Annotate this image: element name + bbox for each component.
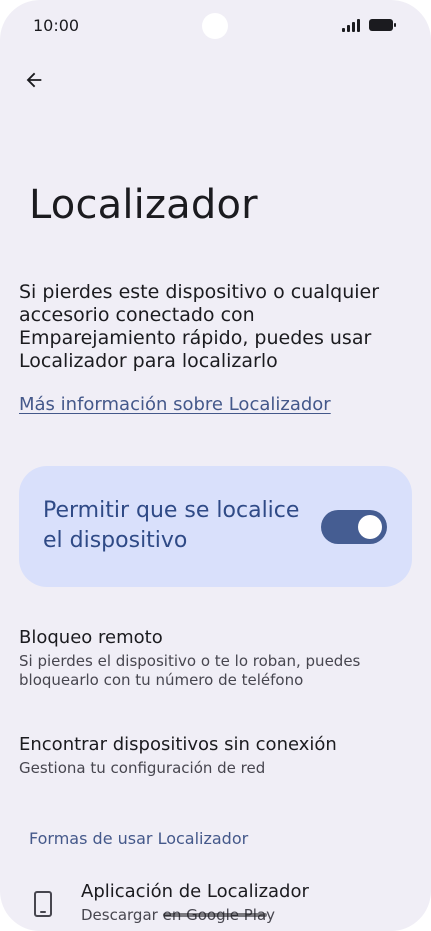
status-time: 10:00 <box>33 16 80 35</box>
find-device-toggle-card[interactable]: Permitir que se localice el dispositivo <box>19 466 412 587</box>
find-device-switch[interactable] <box>321 510 387 544</box>
setting-title: Encontrar dispositivos sin conexión <box>19 734 337 755</box>
section-header: Formas de usar Localizador <box>29 829 249 848</box>
setting-subtitle: Si pierdes el dispositivo o te lo roban,… <box>19 652 361 689</box>
setting-subtitle: Gestiona tu configuración de red <box>19 759 266 777</box>
back-button[interactable] <box>18 64 50 96</box>
setting-remote-lock[interactable]: Bloqueo remoto Si pierdes el dispositivo… <box>19 626 414 690</box>
description-text: Si pierdes este dispositivo o cualquier … <box>19 281 380 372</box>
setting-offline-devices[interactable]: Encontrar dispositivos sin conexión Gest… <box>19 733 414 778</box>
setting-title: Bloqueo remoto <box>19 627 163 648</box>
battery-icon <box>369 19 396 31</box>
arrow-back-icon <box>26 72 42 88</box>
camera-cutout <box>202 13 228 39</box>
home-indicator[interactable] <box>163 913 267 917</box>
phone-icon <box>34 891 52 917</box>
signal-icon <box>342 19 360 32</box>
app-item-title: Aplicación de Localizador <box>81 881 309 902</box>
find-app-item[interactable]: Aplicación de Localizador Descargar en G… <box>0 878 431 931</box>
learn-more-link[interactable]: Más información sobre Localizador <box>19 394 331 415</box>
phone-screen: 10:00 Localizador Si pierdes este dispos… <box>0 0 431 931</box>
status-bar: 10:00 <box>0 0 431 56</box>
toggle-label: Permitir que se localice el dispositivo <box>43 498 300 553</box>
switch-thumb <box>358 515 382 539</box>
page-title: Localizador <box>29 182 258 228</box>
